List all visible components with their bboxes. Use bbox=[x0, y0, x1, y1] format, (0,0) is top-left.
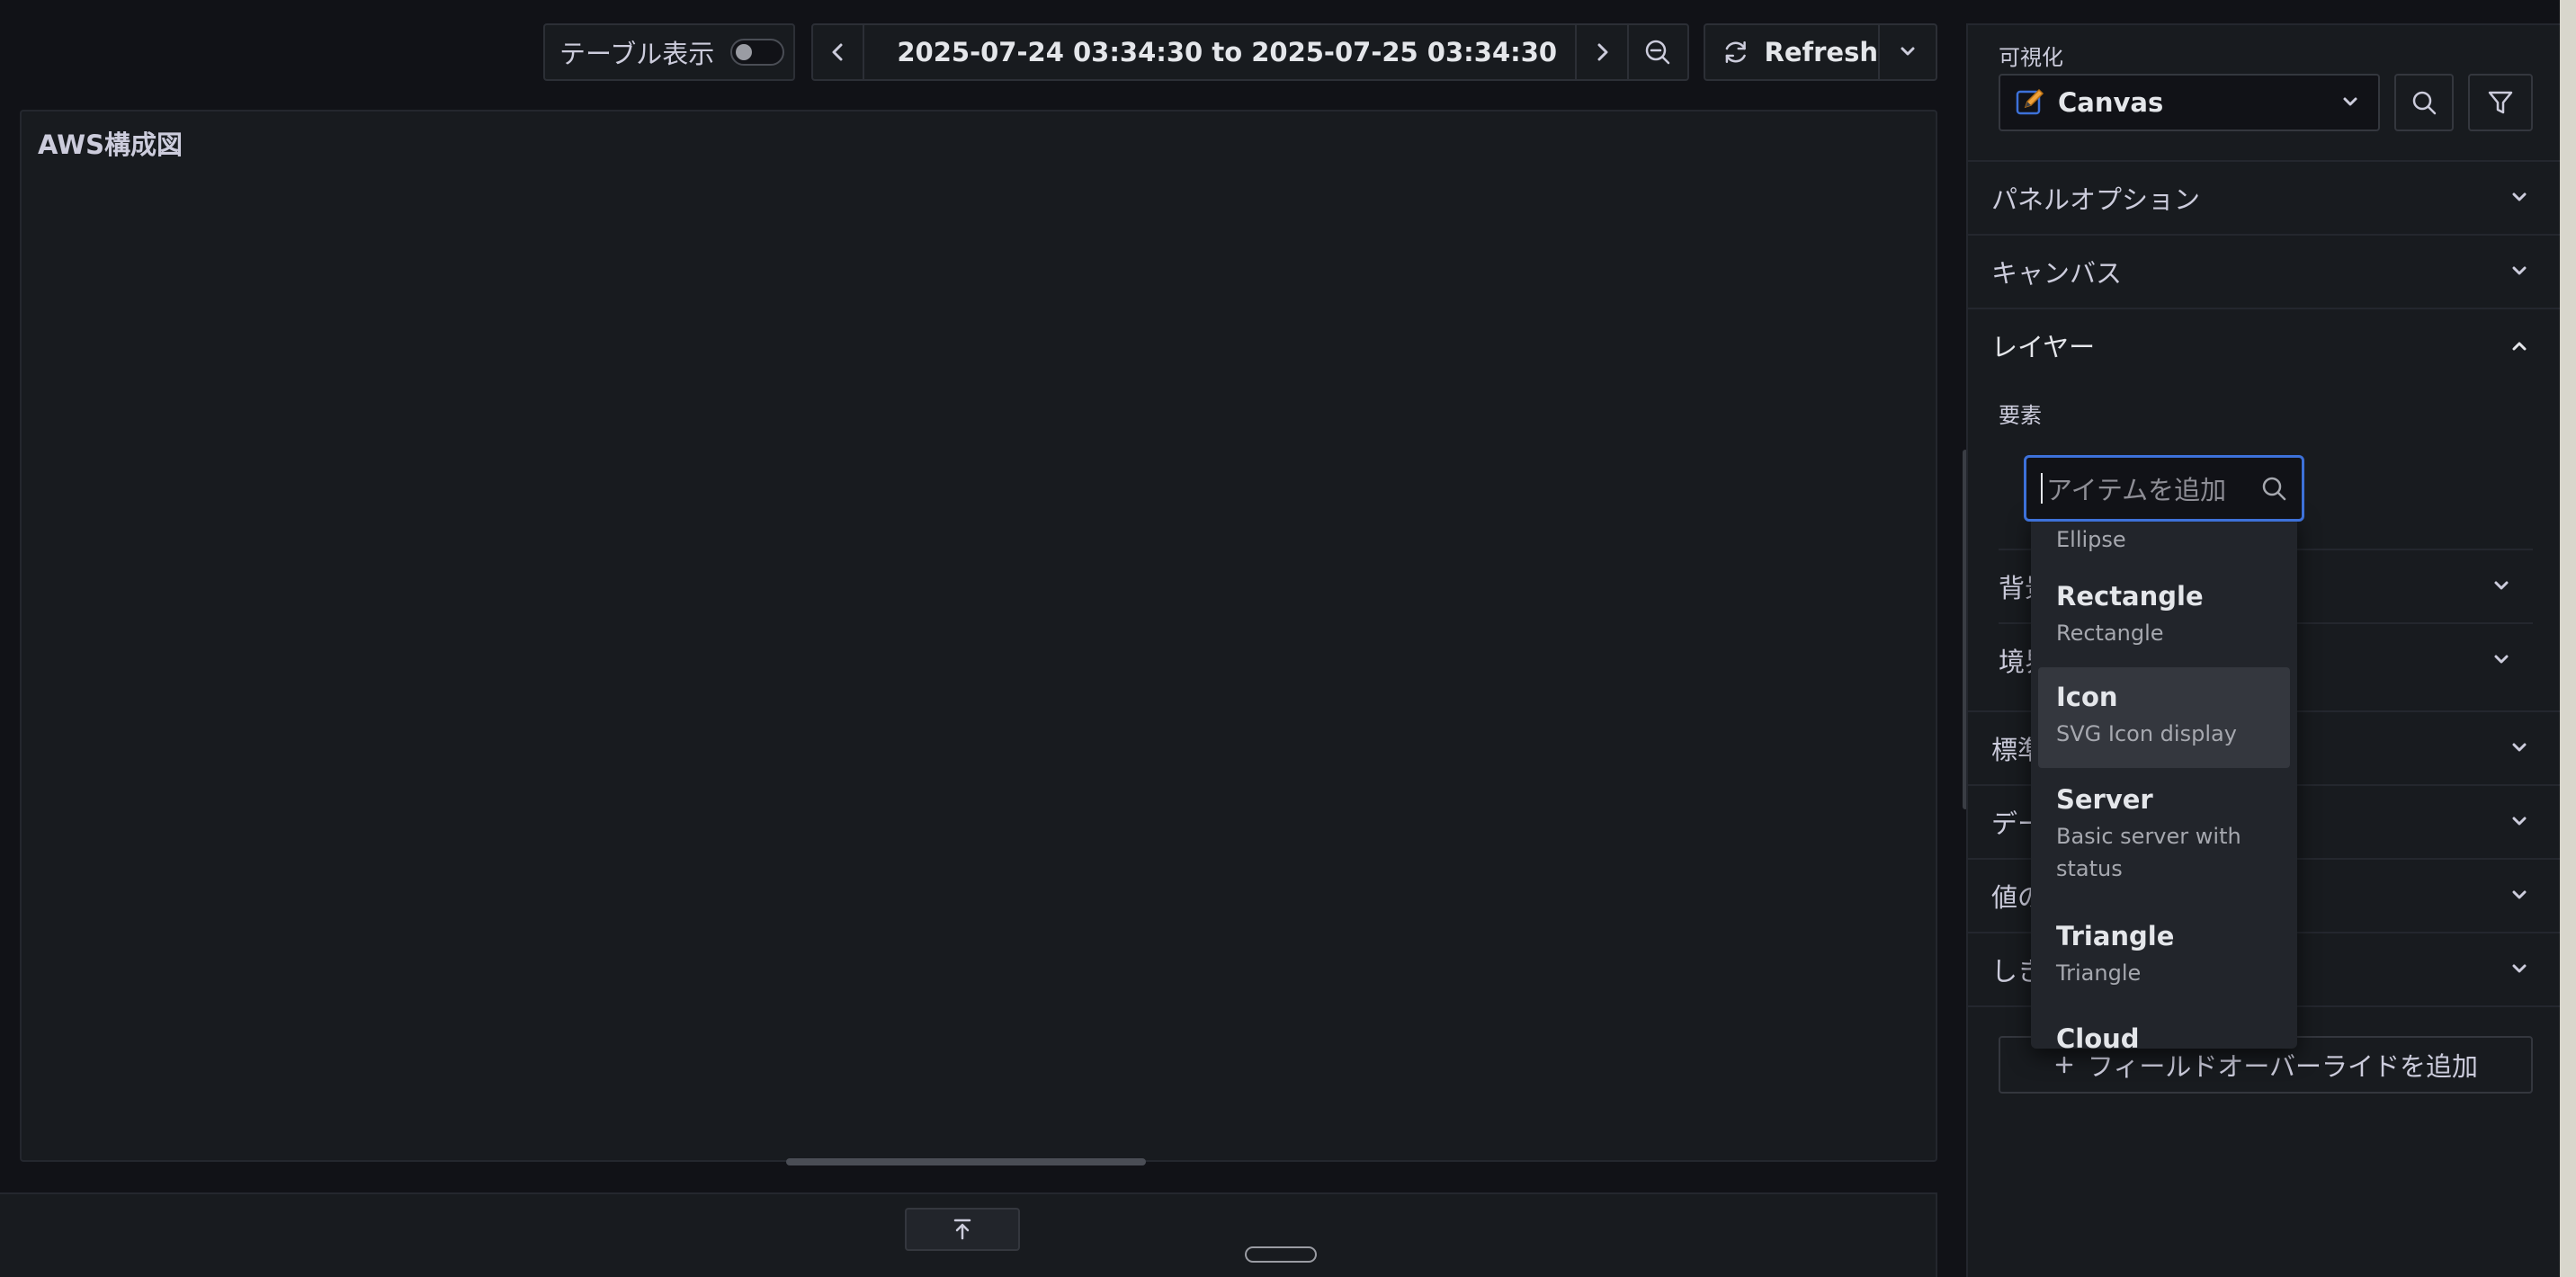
refresh-group: Refresh bbox=[1704, 23, 1937, 81]
chevron-down-icon bbox=[2494, 655, 2509, 664]
chevron-up-icon bbox=[2512, 342, 2527, 351]
section-title: キャンバス bbox=[1991, 258, 2123, 289]
element-type-dropdown: Ellipse Rectangle Rectangle Icon SVG Ico… bbox=[2031, 516, 2297, 1049]
refresh-button[interactable]: Refresh bbox=[1705, 25, 1878, 79]
zoom-out-button[interactable] bbox=[1629, 25, 1687, 79]
dropdown-item-desc: SVG Icon display bbox=[2056, 721, 2237, 746]
chevron-down-icon bbox=[2512, 964, 2527, 973]
arrow-up-to-line-icon bbox=[953, 1219, 971, 1240]
visualization-label: 可視化 bbox=[1999, 45, 2063, 70]
time-range-picker[interactable]: 2025-07-24 03:34:30 to 2025-07-25 03:34:… bbox=[864, 25, 1575, 79]
time-range-text: 2025-07-24 03:34:30 to 2025-07-25 03:34:… bbox=[897, 37, 1558, 67]
canvas-icon bbox=[2016, 88, 2044, 115]
dropdown-item-desc: Triangle bbox=[2056, 960, 2142, 986]
time-picker-group: 2025-07-24 03:34:30 to 2025-07-25 03:34:… bbox=[811, 23, 1689, 81]
dropdown-item-server[interactable]: Server Basic server with status bbox=[2038, 784, 2290, 885]
text-caret bbox=[2041, 473, 2043, 504]
chevron-down-icon bbox=[2512, 890, 2527, 899]
section-panel-options[interactable]: パネルオプション bbox=[1991, 162, 2549, 234]
add-item-search-input[interactable]: アイテムを追加 bbox=[2024, 455, 2304, 522]
dropdown-item-triangle[interactable]: Triangle Triangle bbox=[2038, 921, 2290, 989]
dropdown-item-title: Cloud bbox=[2056, 1023, 2140, 1049]
chevron-down-icon bbox=[2343, 97, 2357, 106]
chevron-down-icon bbox=[1901, 47, 1915, 56]
visualization-picker[interactable]: Canvas bbox=[1999, 74, 2380, 131]
chevron-down-icon bbox=[2494, 581, 2509, 590]
chevron-down-icon bbox=[2512, 743, 2527, 752]
chevron-down-icon bbox=[2512, 817, 2527, 826]
table-view-toggle[interactable]: テーブル表示 bbox=[543, 23, 795, 81]
refresh-label: Refresh bbox=[1764, 37, 1879, 67]
section-canvas[interactable]: キャンバス bbox=[1991, 236, 2549, 308]
horizontal-scrollbar[interactable] bbox=[786, 1158, 1146, 1165]
add-field-override-label: フィールドオーバーライドを追加 bbox=[2087, 1051, 2479, 1082]
section-layer[interactable]: レイヤー bbox=[1991, 309, 2549, 381]
chevron-down-icon bbox=[2512, 192, 2527, 201]
section-title: パネルオプション bbox=[1991, 184, 2201, 215]
visualization-name: Canvas bbox=[2058, 87, 2164, 118]
refresh-interval-button[interactable] bbox=[1880, 25, 1936, 79]
refresh-icon bbox=[1725, 40, 1746, 64]
dropdown-item-title: Server bbox=[2056, 784, 2153, 815]
filter-options-button[interactable] bbox=[2468, 74, 2533, 131]
dropdown-item-rectangle[interactable]: Rectangle Rectangle bbox=[2038, 581, 2290, 678]
filter-icon bbox=[2488, 91, 2513, 114]
dropdown-item-title: Rectangle bbox=[2056, 581, 2204, 612]
resize-handle[interactable] bbox=[1245, 1246, 1317, 1263]
chevron-right-icon bbox=[1597, 43, 1608, 61]
zoom-out-icon bbox=[1646, 40, 1670, 65]
search-icon bbox=[2262, 477, 2286, 501]
dropdown-item-title: Icon bbox=[2056, 682, 2118, 712]
search-icon bbox=[2412, 91, 2437, 115]
toggle-knob bbox=[736, 44, 753, 60]
section-title: レイヤー bbox=[1991, 332, 2096, 362]
table-view-label: テーブル表示 bbox=[559, 39, 715, 69]
dropdown-item-title: Triangle bbox=[2056, 921, 2175, 951]
dropdown-item-desc: Rectangle bbox=[2056, 621, 2164, 646]
elements-label: 要素 bbox=[1999, 403, 2042, 428]
collapse-pane-button[interactable] bbox=[905, 1208, 1020, 1251]
window-edge bbox=[2560, 0, 2576, 1277]
dropdown-item-desc: Ellipse bbox=[2056, 527, 2126, 552]
search-options-button[interactable] bbox=[2394, 74, 2454, 131]
time-back-button[interactable] bbox=[813, 25, 863, 79]
search-placeholder: アイテムを追加 bbox=[2046, 475, 2227, 505]
panel-canvas[interactable]: AWS構成図 bbox=[20, 110, 1937, 1165]
table-view-switch[interactable] bbox=[730, 39, 785, 66]
chevron-down-icon bbox=[2512, 266, 2527, 275]
dropdown-item-cloud[interactable]: Cloud bbox=[2038, 1023, 2290, 1049]
plus-icon bbox=[2055, 1056, 2073, 1074]
dropdown-item-ellipse[interactable]: Ellipse bbox=[2038, 518, 2290, 556]
chevron-left-icon bbox=[832, 43, 843, 61]
time-forward-button[interactable] bbox=[1577, 25, 1626, 79]
panel-title: AWS構成図 bbox=[38, 129, 183, 160]
dropdown-item-desc: Basic server with status bbox=[2056, 824, 2241, 881]
dropdown-item-icon[interactable]: Icon SVG Icon display bbox=[2038, 667, 2290, 768]
